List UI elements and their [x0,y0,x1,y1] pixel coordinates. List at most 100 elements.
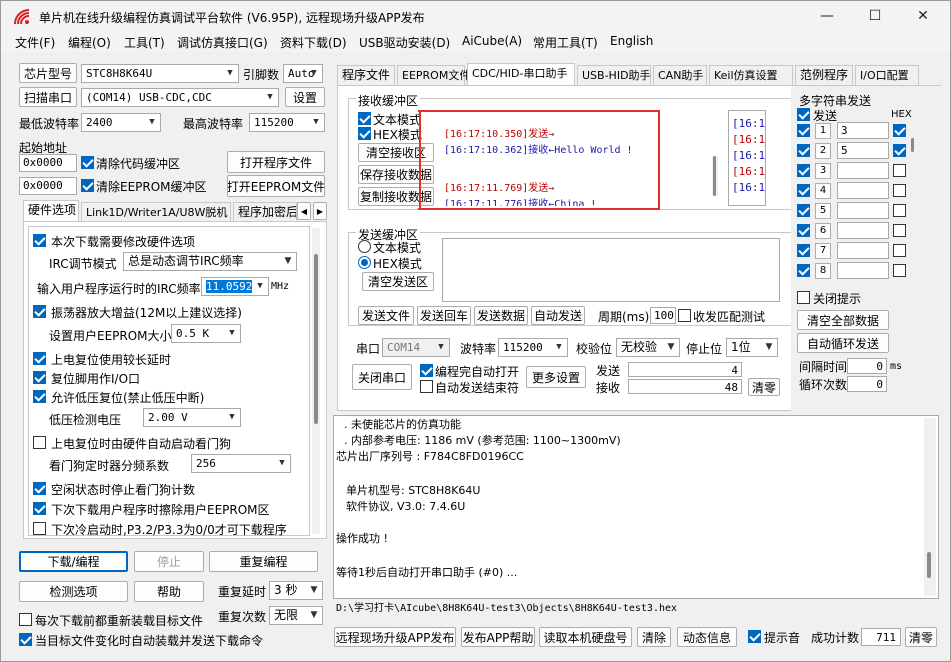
parity-select[interactable]: 无校验 ▼ [616,338,680,357]
multi-row-input[interactable] [837,202,889,219]
hw-watchdog-checkbox[interactable] [33,436,46,449]
send-hex-mode-radio[interactable] [358,256,371,269]
close-tip-checkbox[interactable] [797,291,810,304]
baud-rate-select[interactable]: 115200 ▼ [498,338,568,357]
menu-download[interactable]: 资料下载(D) [280,34,347,51]
multi-row-send-checkbox[interactable] [797,244,810,257]
publish-help-button[interactable]: 发布APP帮助 [461,627,535,647]
clear-success-button[interactable]: 清零 [905,627,937,647]
recv-text-mode-checkbox[interactable] [358,112,371,125]
multi-row-send-checkbox[interactable] [797,124,810,137]
hardware-options-scrollbar[interactable] [312,228,320,534]
help-button[interactable]: 帮助 [134,581,204,602]
send-text-area[interactable] [442,238,780,302]
tab-io-config[interactable]: I/O口配置 [855,65,919,85]
send-text-mode-radio[interactable] [358,240,371,253]
beep-checkbox[interactable] [748,630,761,643]
multi-row-input[interactable] [837,242,889,259]
multi-row-send-button[interactable]: 1 [815,123,831,139]
menu-english[interactable]: English [610,34,653,48]
send-file-button[interactable]: 发送文件 [358,306,414,325]
serial-port-select[interactable]: COM14 ▼ [382,338,450,357]
tab-program-file[interactable]: 程序文件 [337,65,395,85]
close-button[interactable]: ✕ [900,1,946,32]
multi-row-send-button[interactable]: 6 [815,223,831,239]
multi-row-hex-checkbox[interactable] [893,124,906,137]
multi-row-hex-checkbox[interactable] [893,184,906,197]
minimize-button[interactable]: — [804,1,850,32]
receive-side-area[interactable]: [16:1 [16:1 [16:1 [16:1 [16:1 [728,110,766,206]
multi-row-send-checkbox[interactable] [797,144,810,157]
stop-button[interactable]: 停止 [134,551,204,572]
long-delay-checkbox[interactable] [33,352,46,365]
close-serial-button[interactable]: 关闭串口 [352,364,412,390]
reset-io-checkbox[interactable] [33,371,46,384]
scrollbar-thumb[interactable] [927,552,931,578]
repeat-delay-select[interactable]: 3 秒 ▼ [269,581,323,600]
tab-hardware-options[interactable]: 硬件选项 [23,200,79,222]
maximize-button[interactable]: ☐ [852,1,898,32]
download-program-button[interactable]: 下载/编程 [19,551,128,572]
tab-keil-settings[interactable]: Keil仿真设置 [709,65,793,85]
tab-encryption[interactable]: 程序加密后 [233,202,297,222]
menu-common-tools[interactable]: 常用工具(T) [533,34,598,51]
scrollbar-thumb[interactable] [314,254,318,424]
loop-count-input[interactable]: 0 [847,376,887,392]
publish-app-button[interactable]: 远程现场升级APP发布 [334,627,456,647]
send-enter-button[interactable]: 发送回车 [417,306,471,325]
auto-send-button[interactable]: 自动发送 [531,306,585,325]
scrollbar-thumb[interactable] [911,138,914,152]
auto-loop-send-button[interactable]: 自动循环发送 [797,333,889,353]
tab-can[interactable]: CAN助手 [653,65,707,85]
scrollbar-thumb[interactable] [713,156,716,196]
idle-stop-wdt-checkbox[interactable] [33,482,46,495]
multi-row-send-button[interactable]: 5 [815,203,831,219]
menu-program[interactable]: 编程(O) [68,34,111,51]
receive-log-scrollbar[interactable] [712,156,718,196]
auto-send-end-checkbox[interactable] [420,380,433,393]
menu-debug[interactable]: 调试仿真接口(G) [177,34,268,51]
multi-row-send-button[interactable]: 2 [815,143,831,159]
multi-row-send-button[interactable]: 7 [815,243,831,259]
open-eeprom-file-button[interactable]: 打开EEPROM文件 [227,175,325,197]
multi-row-send-button[interactable]: 4 [815,183,831,199]
multi-row-hex-checkbox[interactable] [893,244,906,257]
recv-hex-mode-checkbox[interactable] [358,127,371,140]
multi-row-send-checkbox[interactable] [797,264,810,277]
more-settings-button[interactable]: 更多设置 [526,366,586,388]
menu-usb-driver[interactable]: USB驱动安装(D) [359,34,450,51]
output-log-area[interactable]: . 未使能芯片的仿真功能 . 内部参考电压: 1186 mV (参考范围: 110… [333,415,939,599]
pins-select[interactable]: Auto ▼ [283,64,323,83]
open-program-file-button[interactable]: 打开程序文件 [227,151,325,173]
scan-port-button[interactable]: 扫描串口 [19,87,77,107]
match-test-checkbox[interactable] [678,309,691,322]
menu-tools[interactable]: 工具(T) [124,34,165,51]
chip-model-button[interactable]: 芯片型号 [19,63,77,83]
modify-hardware-checkbox[interactable] [33,234,46,247]
irc-frequency-select[interactable]: 11.0592 ▼ [201,277,269,296]
tab-scroll-left[interactable]: ◀ [297,202,311,220]
auto-load-checkbox[interactable] [19,633,32,646]
multi-string-scrollbar[interactable] [911,138,915,152]
port-select[interactable]: (COM14) USB-CDC,CDC ▼ [81,88,279,107]
multi-send-all-checkbox[interactable] [797,108,810,121]
tab-scroll-right[interactable]: ▶ [313,202,327,220]
clear-send-button[interactable]: 清空发送区 [362,272,434,291]
low-voltage-reset-checkbox[interactable] [33,390,46,403]
reload-file-checkbox[interactable] [19,613,32,626]
erase-eeprom-checkbox[interactable] [33,502,46,515]
animation-info-button[interactable]: 动态信息 [677,627,737,647]
output-log-scrollbar[interactable] [924,418,936,596]
code-address-input[interactable]: 0x0000 [19,154,77,172]
multi-row-hex-checkbox[interactable] [893,204,906,217]
clear-code-checkbox[interactable] [81,156,94,169]
multi-row-hex-checkbox[interactable] [893,264,906,277]
clear-count-button[interactable]: 清零 [748,378,780,396]
multi-row-send-checkbox[interactable] [797,184,810,197]
chip-model-select[interactable]: STC8H8K64U ▼ [81,64,239,83]
multi-row-input[interactable] [837,222,889,239]
auto-open-checkbox[interactable] [420,364,433,377]
interval-input[interactable]: 0 [847,358,887,374]
multi-row-input[interactable]: 5 [837,142,889,159]
multi-row-send-button[interactable]: 8 [815,263,831,279]
